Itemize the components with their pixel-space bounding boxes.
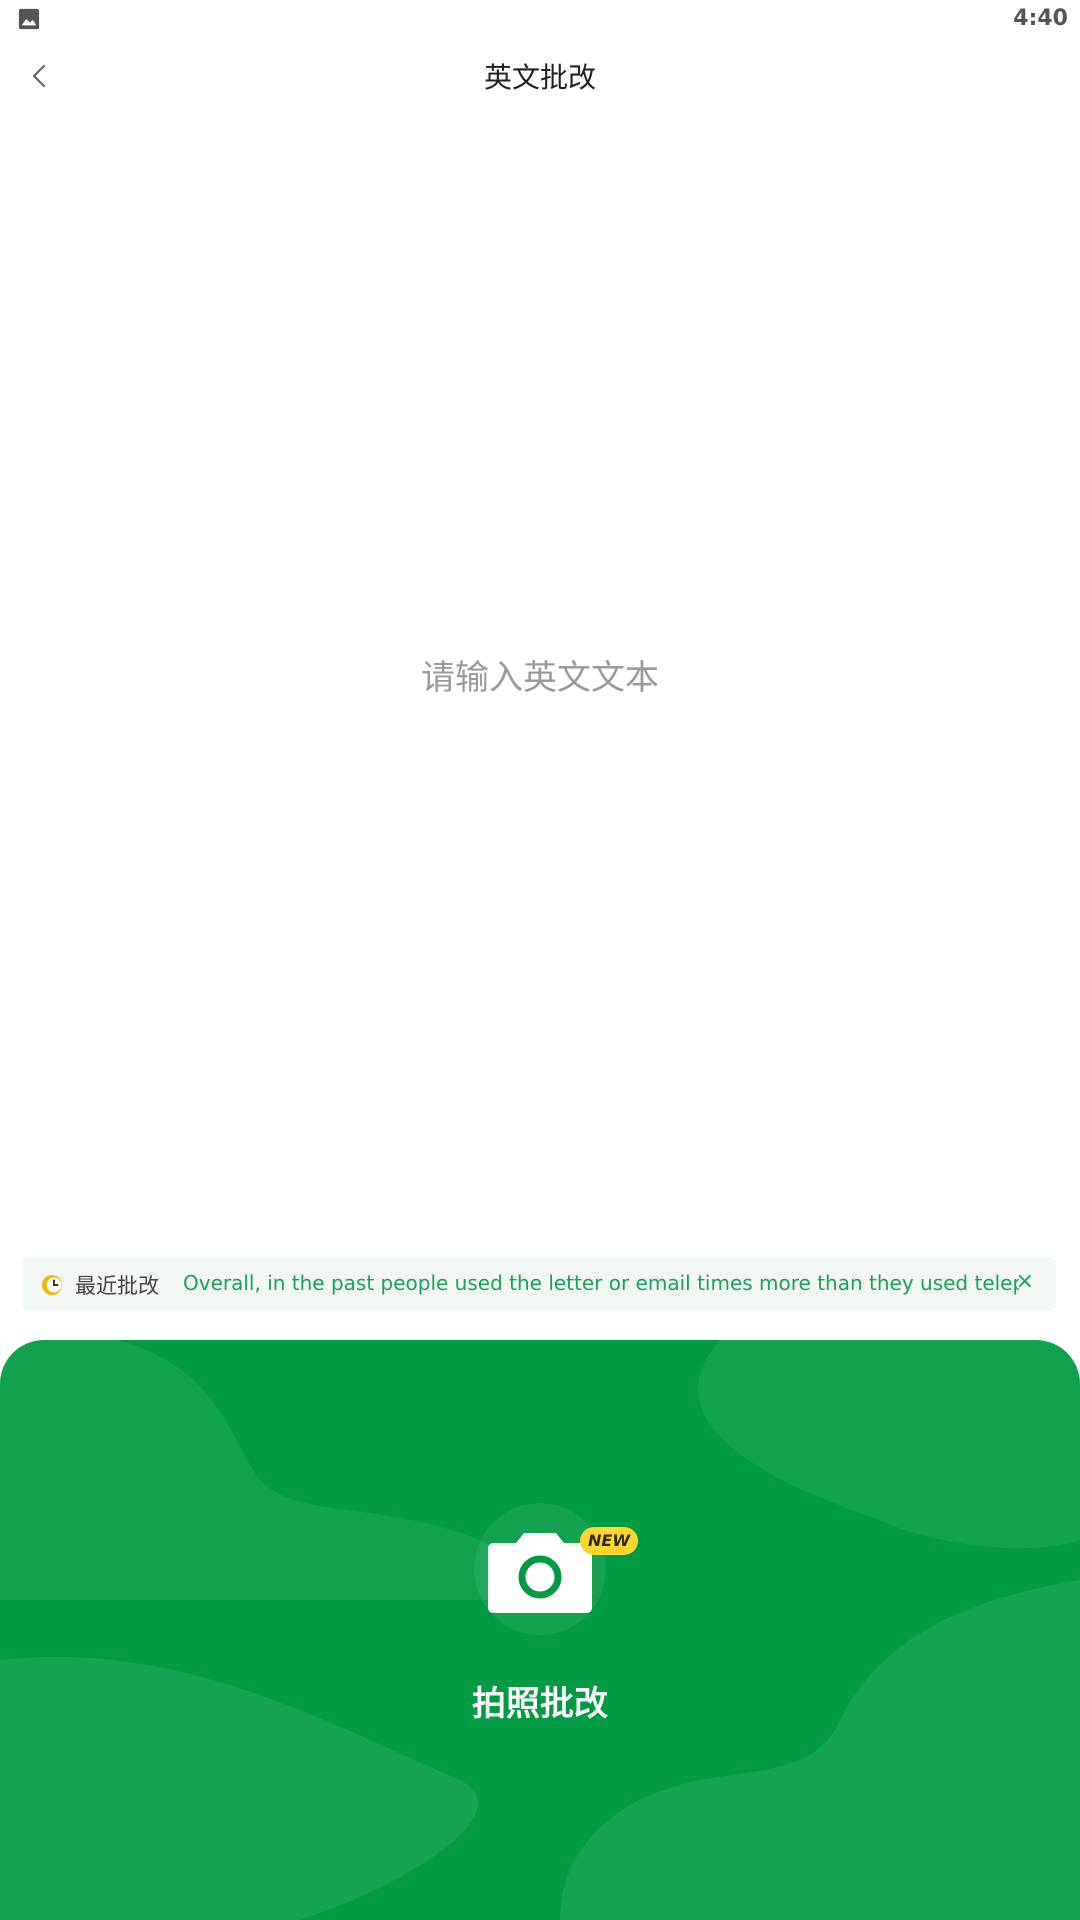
new-badge: NEW <box>580 1527 638 1555</box>
screen: 4:40 英文批改 最近批改 Overall, in the past peop… <box>0 0 1080 1920</box>
camera-icon <box>488 1533 592 1613</box>
gallery-icon <box>18 8 40 30</box>
recent-correction-text[interactable]: Overall, in the past people used the let… <box>183 1271 1019 1295</box>
photo-correction-label[interactable]: 拍照批改 <box>0 1676 1080 1725</box>
status-bar: 4:40 <box>0 0 1080 40</box>
photo-correction-panel: NEW 拍照批改 <box>0 1340 1080 1920</box>
camera-button[interactable] <box>474 1503 606 1635</box>
clock-icon <box>42 1275 62 1295</box>
recent-correction-bar[interactable]: 最近批改 Overall, in the past people used th… <box>23 1257 1056 1311</box>
page-title: 英文批改 <box>483 61 596 94</box>
status-time: 4:40 <box>1013 6 1068 31</box>
english-text-input[interactable] <box>40 130 1040 1210</box>
close-icon[interactable]: × <box>1016 1269 1034 1294</box>
app-bar: 英文批改 <box>0 40 1080 110</box>
recent-label: 最近批改 <box>75 1274 159 1298</box>
